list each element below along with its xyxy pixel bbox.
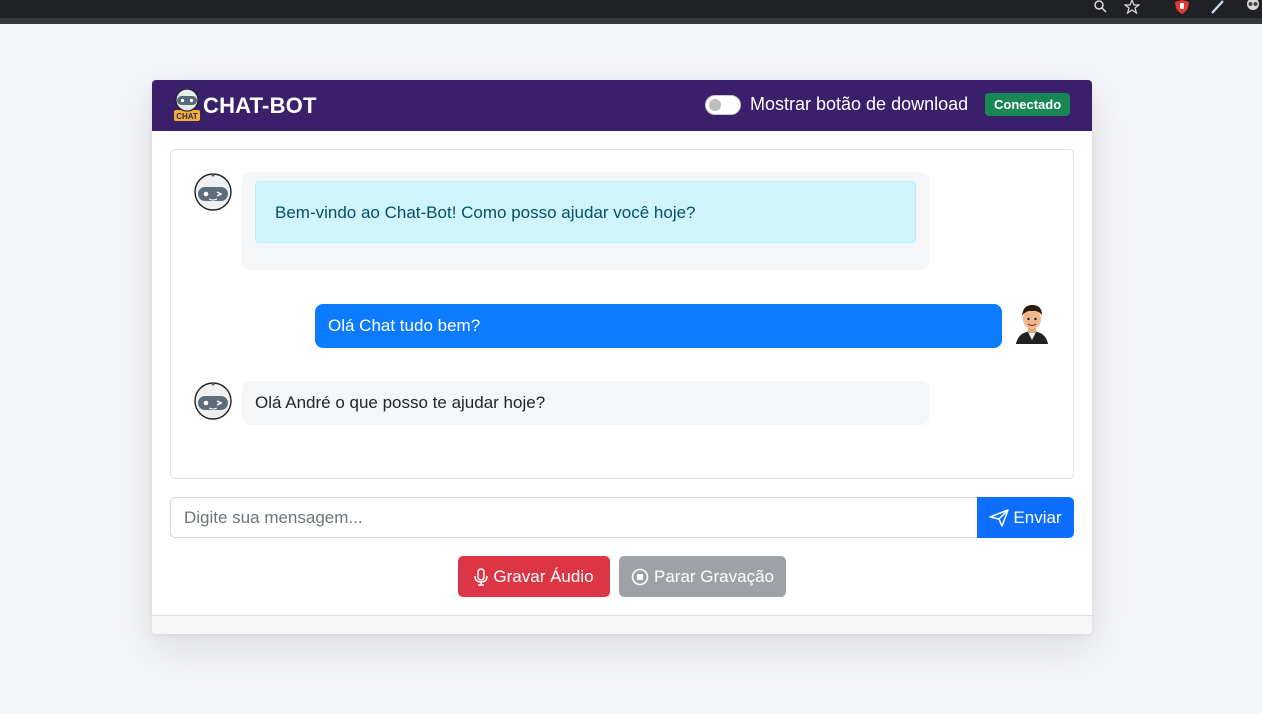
chat-card: CHAT CHAT-BOT Mostrar botão de download … [152,80,1092,634]
zoom-icon[interactable] [1091,0,1109,14]
message-input-group: Enviar [170,497,1074,538]
microphone-icon [474,567,489,586]
bot-avatar-icon [194,173,232,211]
message-input[interactable] [170,497,978,538]
chat-header: CHAT CHAT-BOT Mostrar botão de download … [152,80,1092,131]
bot-reply-text: Olá André o que posso te ajudar hoje? [255,393,546,412]
toggle-knob [709,99,721,111]
robot-logo-icon: CHAT [174,89,200,121]
send-icon [989,508,1010,527]
record-audio-button[interactable]: Gravar Áudio [458,556,610,597]
record-audio-label: Gravar Áudio [493,566,594,586]
chat-messages[interactable]: Bem-vindo ao Chat-Bot! Como posso ajudar… [170,149,1074,479]
user-avatar-icon [1016,305,1048,344]
pen-icon[interactable] [1209,0,1227,14]
stop-circle-icon [631,568,649,585]
bot-message-bubble: Olá André o que posso te ajudar hoje? [242,381,929,425]
browser-toolbar [0,0,1262,24]
bot-avatar-icon [194,382,232,420]
user-message-bubble: Olá Chat tudo bem? [315,304,1002,348]
download-toggle-label: Mostrar botão de download [750,94,969,114]
card-footer [152,615,1092,634]
download-toggle[interactable] [705,95,741,115]
status-badge: Conectado [985,93,1071,116]
send-button[interactable]: Enviar [977,497,1074,538]
bot-message-bubble: Bem-vindo ao Chat-Bot! Como posso ajudar… [242,172,929,270]
stop-recording-label: Parar Gravação [654,566,774,586]
svg-text:CHAT: CHAT [176,112,198,121]
bot-welcome-text: Bem-vindo ao Chat-Bot! Como posso ajudar… [255,181,916,243]
browser-toolbar-divider [0,18,1262,24]
star-icon[interactable] [1123,0,1141,14]
brand-title: CHAT-BOT [203,93,317,118]
extension-shield-icon[interactable] [1173,0,1191,14]
send-button-label: Enviar [1013,507,1062,527]
profile-icon[interactable] [1244,0,1262,14]
stop-recording-button[interactable]: Parar Gravação [619,556,786,597]
